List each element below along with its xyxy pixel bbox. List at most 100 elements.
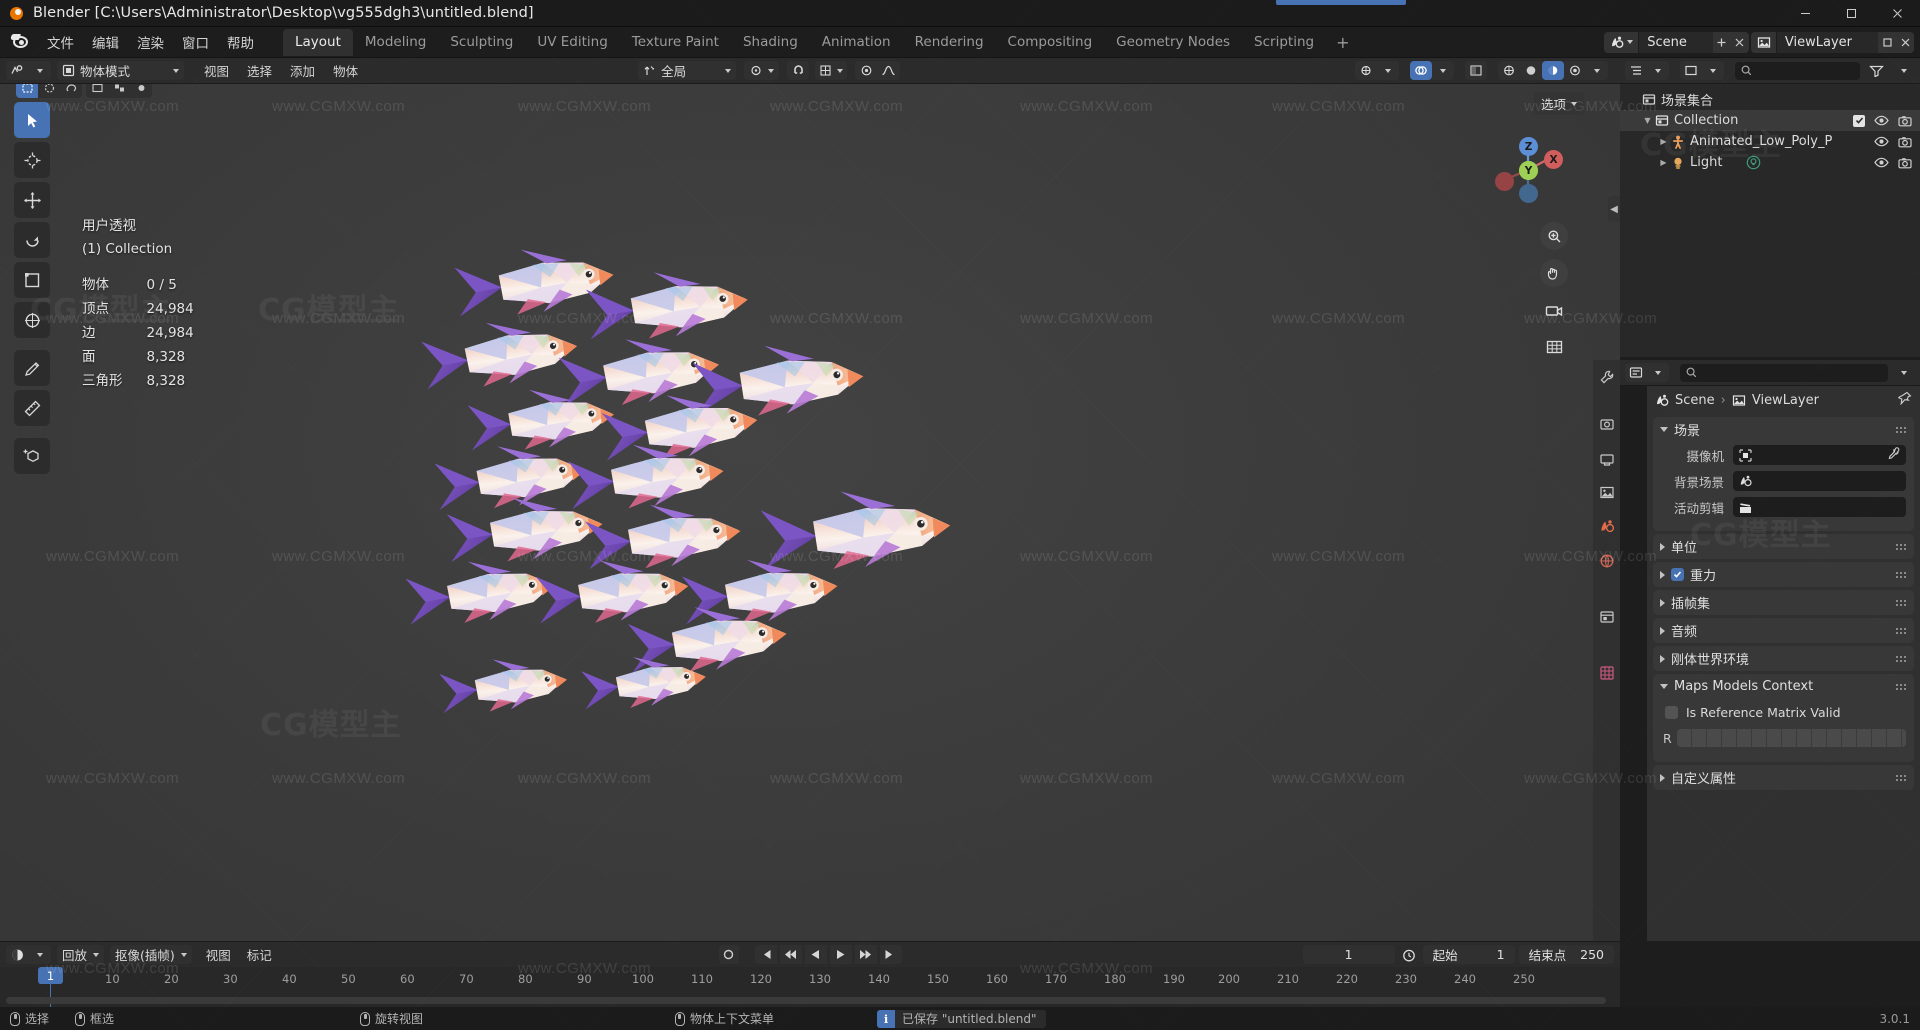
start-frame-field[interactable]: 起始 1: [1422, 945, 1515, 964]
tool-transform[interactable]: [14, 302, 50, 338]
properties-type-chevron[interactable]: [1647, 363, 1669, 382]
checkbox-enabled[interactable]: [1853, 114, 1865, 127]
auto-key-icon[interactable]: [1399, 945, 1419, 964]
add-workspace-button[interactable]: +: [1326, 30, 1359, 55]
shading-solid-icon[interactable]: [1520, 61, 1542, 80]
outliner-filter-chevron[interactable]: [1893, 61, 1915, 80]
tab-modeling[interactable]: Modeling: [353, 29, 438, 56]
menu-file[interactable]: 文件: [38, 28, 83, 56]
panel-maps-models-context-header[interactable]: Maps Models Context: [1653, 674, 1914, 699]
shading-chevron-icon[interactable]: [1586, 61, 1608, 80]
tool-move[interactable]: [14, 182, 50, 218]
gravity-checkbox[interactable]: [1671, 568, 1684, 581]
properties-editor-type[interactable]: [1625, 363, 1669, 382]
panel-scene-header[interactable]: 场景: [1653, 417, 1914, 442]
scene-tab-icon[interactable]: [1596, 516, 1618, 538]
blender-logo-icon[interactable]: [9, 31, 32, 53]
viewport-menu-object[interactable]: 物体: [325, 59, 366, 82]
outliner-tree[interactable]: 场景集合 ▼ Collection ▶ Animated_Low_Poly_P …: [1620, 84, 1920, 357]
properties-options-chevron[interactable]: [1893, 363, 1915, 382]
play-reverse-button[interactable]: [804, 945, 827, 964]
minimize-button[interactable]: [1782, 0, 1828, 27]
shading-wireframe-icon[interactable]: [1498, 61, 1520, 80]
tab-compositing[interactable]: Compositing: [996, 29, 1105, 56]
world-tab-icon[interactable]: [1596, 550, 1618, 572]
field-background-scene-input[interactable]: [1733, 471, 1906, 491]
expand-arrow-right-icon[interactable]: ▶: [1656, 158, 1671, 167]
timeline-keying-menu[interactable]: 抠像(插帧): [110, 945, 192, 964]
tool-tweak[interactable]: [14, 102, 50, 138]
editor-type-icon[interactable]: [6, 61, 29, 80]
expand-arrow-right-icon[interactable]: ▶: [1656, 137, 1671, 146]
maximize-button[interactable]: [1828, 0, 1874, 27]
timeline-editor-type[interactable]: [6, 945, 51, 964]
panel-rigid-body-world-header[interactable]: 刚体世界环境: [1653, 646, 1914, 671]
outliner-filter-icon[interactable]: [1865, 61, 1888, 80]
collection-tab-icon[interactable]: [1596, 606, 1618, 628]
field-active-clip-input[interactable]: [1733, 497, 1906, 517]
editor-type-selector[interactable]: [6, 61, 51, 80]
camera-icon[interactable]: [1540, 296, 1568, 324]
panel-custom-properties-header[interactable]: 自定义属性: [1653, 765, 1914, 790]
tool-annotate[interactable]: [14, 350, 50, 386]
timeline-type-chevron[interactable]: [29, 945, 51, 964]
pan-icon[interactable]: [1540, 259, 1568, 287]
ortho-toggle-icon[interactable]: [1540, 333, 1568, 361]
show-gizmo-icon[interactable]: [1355, 61, 1377, 80]
display-mode-chevron[interactable]: [1702, 61, 1724, 80]
remove-viewlayer-button[interactable]: [1896, 31, 1914, 53]
expand-arrow-down-icon[interactable]: ▼: [1640, 116, 1655, 125]
viewport-menu-add[interactable]: 添加: [282, 59, 323, 82]
tab-sculpting[interactable]: Sculpting: [438, 29, 525, 56]
outliner-search-input[interactable]: [1735, 61, 1860, 80]
viewport-menu-select[interactable]: 选择: [239, 59, 280, 82]
select-lasso-icon[interactable]: [60, 84, 82, 98]
tab-texture-paint[interactable]: Texture Paint: [620, 29, 731, 56]
viewlayer-selector[interactable]: ViewLayer: [1750, 31, 1914, 53]
pivot-median-icon[interactable]: [86, 84, 108, 98]
jump-start-button[interactable]: [754, 945, 777, 964]
panel-audio-header[interactable]: 音频: [1653, 618, 1914, 643]
scene-selector[interactable]: Scene: [1604, 31, 1749, 53]
pivot-active-icon[interactable]: [130, 84, 152, 98]
camera-icon[interactable]: [1898, 136, 1912, 148]
is-reference-matrix-valid-checkbox[interactable]: [1665, 705, 1678, 719]
texture-tab-icon[interactable]: [1596, 662, 1618, 684]
select-box-icon[interactable]: [16, 84, 38, 98]
tab-geometry-nodes[interactable]: Geometry Nodes: [1104, 29, 1242, 56]
gizmo-chevron-icon[interactable]: [1377, 61, 1399, 80]
gizmo-axis-x-neg[interactable]: [1495, 172, 1514, 191]
transform-orientation-selector[interactable]: 全局: [638, 61, 737, 80]
shading-material-icon[interactable]: [1542, 61, 1564, 80]
outliner-row-collection[interactable]: ▼ Collection: [1620, 110, 1920, 131]
field-camera-input[interactable]: [1733, 445, 1906, 465]
properties-editor[interactable]: Scene › ViewLayer 场景 摄像机 背景场景 活动剪辑 单位 重力…: [1647, 386, 1920, 941]
navigation-gizmo[interactable]: Z X Y: [1486, 128, 1570, 212]
eye-icon[interactable]: [1874, 157, 1889, 168]
outliner-icon[interactable]: [1625, 61, 1647, 80]
viewlayer-tab-icon[interactable]: [1596, 482, 1618, 504]
camera-icon[interactable]: [1898, 157, 1912, 169]
outliner-row-light[interactable]: ▶ Light: [1620, 152, 1920, 173]
tool-add-cube[interactable]: [14, 438, 50, 474]
gizmo-axis-y-label[interactable]: Y: [1519, 161, 1538, 180]
viewport-menu-view[interactable]: 视图: [196, 59, 237, 82]
close-button[interactable]: [1874, 0, 1920, 27]
current-frame-field[interactable]: 1: [1302, 945, 1395, 964]
outliner-editor-type[interactable]: [1625, 61, 1669, 80]
select-circle-icon[interactable]: [38, 84, 60, 98]
properties-search-input[interactable]: [1680, 363, 1888, 382]
menu-window[interactable]: 窗口: [173, 28, 218, 56]
properties-icon[interactable]: [1625, 363, 1647, 382]
tool-tab-icon[interactable]: [1596, 366, 1618, 388]
render-tab-icon[interactable]: [1596, 414, 1618, 436]
jump-end-button[interactable]: [879, 945, 902, 964]
panel-keying-sets-header[interactable]: 插帧集: [1653, 590, 1914, 615]
viewport-sidebar-toggle[interactable]: ◀: [1608, 196, 1620, 222]
tool-scale[interactable]: [14, 262, 50, 298]
display-mode-icon[interactable]: [1680, 61, 1702, 80]
show-overlays-icon[interactable]: [1410, 61, 1432, 80]
gizmo-axis-z-neg[interactable]: [1519, 184, 1538, 203]
interaction-mode-selector[interactable]: 物体模式: [57, 61, 185, 80]
proportional-edit-icon[interactable]: [855, 61, 877, 80]
